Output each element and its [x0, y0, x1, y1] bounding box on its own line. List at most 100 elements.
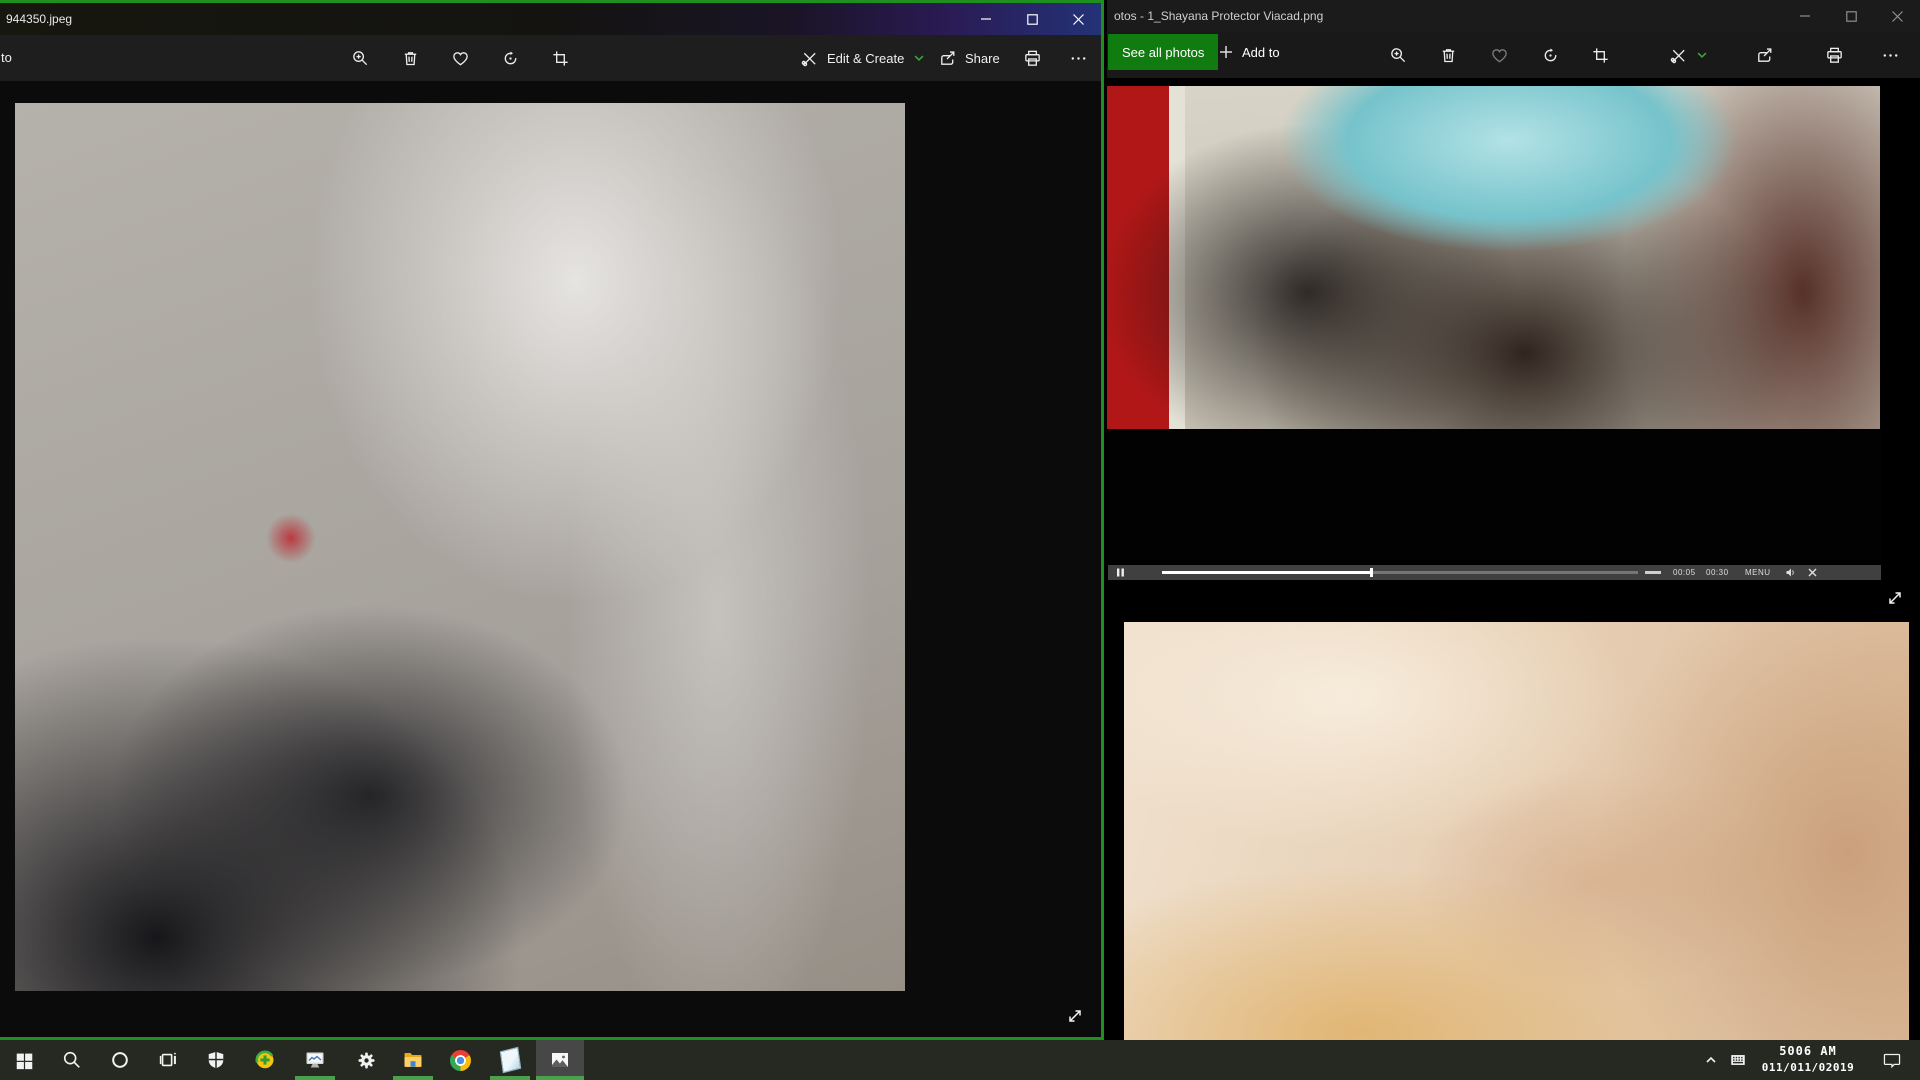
minimize-icon	[1800, 11, 1810, 21]
print-button[interactable]	[1012, 38, 1052, 78]
heart-icon	[451, 49, 470, 68]
keyboard-icon	[1729, 1051, 1747, 1069]
system-monitor-icon	[304, 1049, 326, 1071]
photos-icon	[549, 1049, 571, 1071]
trash-icon	[401, 49, 420, 68]
notepad-icon	[499, 1047, 521, 1074]
close-button[interactable]	[1055, 3, 1101, 35]
delete-button[interactable]	[1428, 35, 1468, 75]
share-button[interactable]: Share	[938, 38, 1000, 78]
toolbar-left: to	[0, 35, 1101, 81]
maximize-button[interactable]	[1828, 0, 1874, 32]
speaker-icon	[1786, 568, 1796, 577]
menu-button[interactable]: MENU	[1745, 568, 1771, 577]
favorite-button[interactable]	[1479, 35, 1519, 75]
trash-icon	[1439, 46, 1458, 65]
more-icon	[1881, 46, 1900, 65]
tray-clock[interactable]: 5006 AM 011/011/02019	[1756, 1042, 1860, 1078]
crop-button[interactable]	[540, 38, 580, 78]
add-to-button-truncated[interactable]: to	[1, 50, 12, 65]
more-icon	[1069, 49, 1088, 68]
cortana-button[interactable]	[96, 1040, 144, 1080]
expand-icon	[1886, 589, 1904, 607]
window-title: otos - 1_Shayana Protector Viacad.png	[1114, 0, 1323, 32]
pause-button[interactable]	[1116, 568, 1125, 577]
shield-icon	[206, 1050, 226, 1070]
minimize-button[interactable]	[963, 3, 1009, 35]
edit-create-icon	[800, 49, 819, 68]
file-explorer-button[interactable]	[389, 1040, 437, 1080]
windows-logo-icon	[15, 1051, 34, 1070]
zoom-button[interactable]	[1378, 35, 1418, 75]
edit-create-icon	[1669, 46, 1688, 65]
crop-icon	[1591, 46, 1610, 65]
expand-icon	[1066, 1007, 1084, 1025]
close-icon	[1808, 568, 1817, 577]
video-frame-image[interactable]	[1107, 86, 1880, 429]
edit-create-button[interactable]: Edit & Create	[800, 38, 926, 78]
taskbar-search-button[interactable]	[48, 1040, 96, 1080]
chevron-down-icon	[912, 51, 926, 65]
titlebar-left[interactable]: 944350.jpeg	[0, 3, 1101, 35]
total-time: 00:30	[1706, 568, 1729, 577]
see-all-photos-label: See all photos	[1122, 45, 1204, 60]
zoom-button[interactable]	[340, 38, 380, 78]
maximize-icon	[1027, 14, 1038, 25]
toolbar-right: See all photos Add to	[1107, 32, 1920, 78]
edit-create-button[interactable]	[1669, 35, 1709, 75]
delete-button[interactable]	[390, 38, 430, 78]
rotate-button[interactable]	[490, 38, 530, 78]
close-button[interactable]	[1874, 0, 1920, 32]
fullscreen-button[interactable]	[1062, 1003, 1088, 1029]
task-view-button[interactable]	[144, 1040, 192, 1080]
windows-defender-button[interactable]	[192, 1040, 240, 1080]
pause-icon	[1116, 568, 1125, 577]
player-close-button[interactable]	[1808, 568, 1817, 577]
close-icon	[1892, 11, 1903, 22]
see-all-photos-button[interactable]: See all photos	[1108, 34, 1218, 70]
settings-button[interactable]	[342, 1040, 390, 1080]
print-button[interactable]	[1814, 35, 1854, 75]
fullscreen-button[interactable]	[1882, 585, 1908, 611]
current-time: 00:05	[1673, 568, 1696, 577]
photo-view-bottom[interactable]	[1124, 622, 1909, 1040]
photos-window-right: otos - 1_Shayana Protector Viacad.png Se…	[1107, 0, 1920, 1040]
more-button[interactable]	[1870, 35, 1910, 75]
running-indicator-photos	[536, 1076, 584, 1080]
photos-window-left: 944350.jpeg to	[0, 0, 1104, 1040]
cortana-circle-icon	[110, 1050, 130, 1070]
notepad-button[interactable]	[486, 1040, 534, 1080]
system-monitor-button[interactable]	[291, 1040, 339, 1080]
progress-track[interactable]	[1162, 571, 1638, 574]
touch-keyboard-button[interactable]	[1722, 1040, 1754, 1080]
favorite-button[interactable]	[440, 38, 480, 78]
minimize-icon	[981, 14, 991, 24]
progress-knob[interactable]	[1370, 568, 1373, 577]
more-button[interactable]	[1058, 38, 1098, 78]
antivirus-360-icon	[254, 1049, 276, 1071]
share-button[interactable]	[1744, 35, 1784, 75]
rotate-button[interactable]	[1530, 35, 1570, 75]
action-center-button[interactable]	[1872, 1040, 1912, 1080]
chevron-down-icon	[1695, 48, 1709, 62]
chrome-button[interactable]	[436, 1040, 484, 1080]
volume-button[interactable]	[1786, 568, 1796, 577]
antivirus-360-button[interactable]	[241, 1040, 289, 1080]
titlebar-right[interactable]: otos - 1_Shayana Protector Viacad.png	[1107, 0, 1920, 32]
gear-icon	[356, 1050, 377, 1071]
start-button[interactable]	[0, 1040, 48, 1080]
window-title: 944350.jpeg	[6, 3, 72, 35]
rotate-icon	[501, 49, 520, 68]
task-view-icon	[158, 1050, 178, 1070]
progress-fill	[1162, 571, 1371, 574]
crop-button[interactable]	[1580, 35, 1620, 75]
photos-app-button[interactable]	[536, 1040, 584, 1080]
share-icon	[1755, 46, 1774, 65]
plus-icon	[1219, 45, 1233, 59]
chevron-up-icon	[1704, 1053, 1718, 1067]
running-indicator-system-monitor	[295, 1076, 335, 1080]
maximize-button[interactable]	[1009, 3, 1055, 35]
add-to-button[interactable]: Add to	[1209, 34, 1290, 70]
minimize-button[interactable]	[1782, 0, 1828, 32]
photo-view-left[interactable]	[15, 103, 905, 991]
